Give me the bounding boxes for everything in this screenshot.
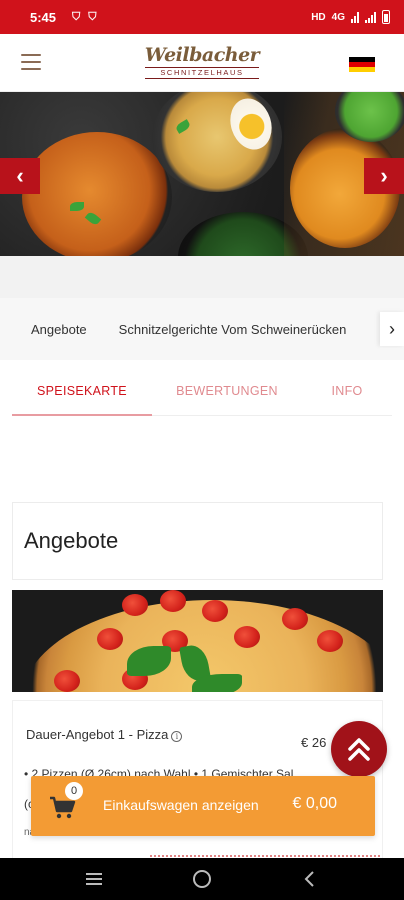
tab-bewertungen[interactable]: BEWERTUNGEN [152,370,302,415]
app-root: 5:45 ⛉ ⛉ HD 4G Weilbacher SCHNITZELHAUS [0,0,404,900]
curry-bowl-image [22,132,172,256]
status-time: 5:45 [30,9,57,25]
app-header: Weilbacher SCHNITZELHAUS [0,34,404,92]
double-chevron-up-icon [348,738,370,761]
tomato [97,628,123,650]
info-icon[interactable]: i [171,731,183,742]
system-navigation-bar [0,858,404,900]
tomato [160,590,186,612]
cart-count-badge: 0 [65,782,83,800]
home-icon[interactable] [187,864,217,894]
restaurant-logo[interactable]: Weilbacher SCHNITZELHAUS [144,44,260,79]
recent-apps-icon[interactable] [79,864,109,894]
logo-subtitle: SCHNITZELHAUS [144,67,260,79]
slider-prev-button[interactable]: ‹ [0,158,40,194]
category-bar: Angebote Schnitzelgerichte Vom Schweiner… [0,298,404,360]
product-name: Dauer-Angebot 1 - Pizza i [26,727,183,742]
status-bar: 5:45 ⛉ ⛉ HD 4G [0,0,404,34]
tomato [282,608,308,630]
section-header: Angebote [12,502,383,580]
tomato [202,600,228,622]
herb-leaf [70,202,84,211]
section-image [12,590,383,692]
scroll-to-top-button[interactable] [331,721,387,777]
logo-script: Weilbacher [144,44,260,67]
tab-bar: SPEISEKARTE BEWERTUNGEN INFO [12,370,392,416]
spacer-band [0,256,404,298]
tomato [317,630,343,652]
back-icon[interactable] [295,864,325,894]
germany-flag-icon[interactable] [349,57,375,72]
chevron-right-icon[interactable]: › [380,312,404,346]
tomato [234,626,260,648]
hero-slider-image [0,92,404,256]
signal-icon-2 [365,11,376,23]
product-name-text: Dauer-Angebot 1 - Pizza [26,727,169,742]
signal-icon [351,11,359,23]
product-price: € 26 [301,735,327,750]
view-cart-button[interactable]: 0 Einkaufswagen anzeigen € 0,00 [31,776,375,836]
category-item-angebote[interactable]: Angebote [31,322,87,337]
category-item-schnitzelgerichte[interactable]: Schnitzelgerichte Vom Schweinerücken [119,322,347,337]
tab-info[interactable]: INFO [302,370,392,415]
notification-icon: ⛉ [72,10,81,23]
slider-next-button[interactable]: › [364,158,404,194]
notification-icon-2: ⛉ [88,10,97,23]
cart-total: € 0,00 [292,795,337,812]
status-right: HD 4G [311,10,390,24]
cart-label: Einkaufswagen anzeigen [103,797,259,813]
tab-speisekarte[interactable]: SPEISEKARTE [12,370,152,416]
tomato [122,594,148,616]
hd-icon: HD [311,11,326,23]
battery-icon [382,10,390,24]
hamburger-menu-icon[interactable] [21,54,41,70]
tomato [54,670,80,692]
section-title: Angebote [24,528,119,553]
network-type: 4G [331,11,345,23]
